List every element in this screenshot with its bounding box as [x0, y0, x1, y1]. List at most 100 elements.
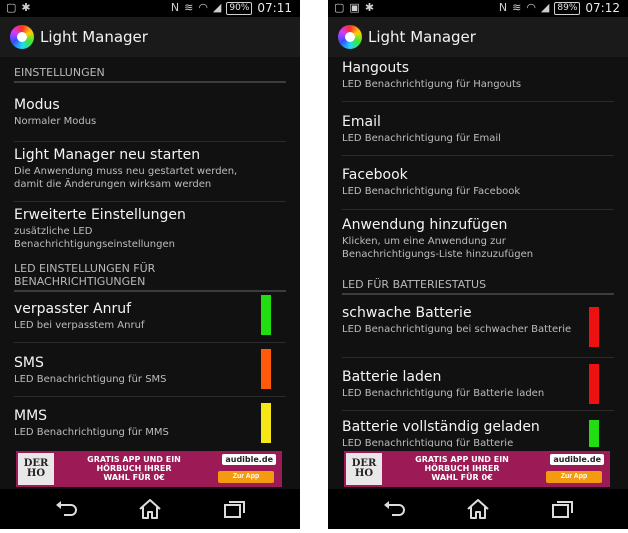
pref-missed-call[interactable]: verpasster Anruf LED bei verpasstem Anru… — [14, 301, 286, 332]
pref-title: verpasster Anruf — [14, 301, 132, 317]
divider — [342, 357, 614, 358]
pref-title: Modus — [14, 97, 60, 113]
home-icon[interactable] — [136, 497, 164, 521]
ad-text: GRATIS APP UND EIN HÖRBUCH IHRER WAHL FÜ… — [87, 455, 181, 482]
pref-email[interactable]: Email LED Benachrichtigung für Email — [342, 114, 614, 145]
sim-icon: ▢ — [334, 1, 345, 14]
back-icon[interactable] — [52, 497, 80, 521]
pref-subtitle: Normaler Modus — [14, 116, 97, 127]
wifi-icon: ◠ — [526, 1, 536, 14]
pref-subtitle: LED bei verpasstem Anruf — [14, 320, 145, 331]
led-color-swatch[interactable] — [261, 349, 271, 389]
section-header-led: LED EINSTELLUNGEN FÜR BENACHRICHTIGUNGEN — [14, 262, 286, 292]
pref-title: Light Manager neu starten — [14, 147, 201, 163]
ad-banner-area: DER HO GRATIS APP UND EIN HÖRBUCH IHRER … — [0, 447, 300, 489]
pref-add-app[interactable]: Anwendung hinzufügen Klicken, um eine An… — [342, 217, 614, 261]
pref-mode[interactable]: Modus Normaler Modus — [14, 97, 286, 128]
led-color-swatch[interactable] — [589, 364, 599, 404]
pref-title: SMS — [14, 355, 44, 371]
ad-book-cover: DER HO — [346, 453, 382, 485]
pref-advanced[interactable]: Erweiterte Einstellungen zusätzliche LED… — [14, 207, 286, 251]
ad-banner-area: DER HO GRATIS APP UND EIN HÖRBUCH IHRER … — [328, 447, 628, 489]
recent-apps-icon[interactable] — [548, 497, 576, 521]
ad-cta-button[interactable]: Zur App — [218, 471, 274, 483]
app-logo-icon[interactable] — [338, 25, 362, 49]
pref-title: MMS — [14, 408, 48, 424]
signal-icon: ◢ — [540, 1, 550, 14]
settings-list: EINSTELLUNGEN Modus Normaler Modus Light… — [0, 57, 300, 447]
wifi-icon: ◠ — [198, 1, 208, 14]
navigation-bar — [0, 489, 300, 529]
pref-subtitle: Klicken, um eine Anwendung zur Benachric… — [342, 236, 534, 260]
sim-icon: ▢ — [6, 1, 17, 14]
pref-subtitle: LED Benachrichtigung für Hangouts — [342, 79, 522, 90]
home-icon[interactable] — [464, 497, 492, 521]
pref-subtitle: LED Benachrichtigung bei schwacher Batte… — [342, 324, 572, 335]
divider — [14, 201, 286, 202]
usb-icon: ✱ — [21, 1, 31, 14]
divider — [14, 396, 286, 397]
pref-title: Anwendung hinzufügen — [342, 217, 508, 233]
back-icon[interactable] — [380, 497, 408, 521]
divider — [342, 101, 614, 102]
pref-sms[interactable]: SMS LED Benachrichtigung für SMS — [14, 355, 286, 386]
navigation-bar — [328, 489, 628, 529]
pref-subtitle: zusätzliche LED Benachrichtigungseinstel… — [14, 226, 175, 250]
settings-list: Hangouts LED Benachrichtigung für Hangou… — [328, 57, 628, 460]
image-icon: ▣ — [349, 1, 360, 14]
vibrate-icon: ≋ — [512, 1, 522, 14]
usb-icon: ✱ — [364, 1, 375, 14]
led-color-swatch[interactable] — [261, 403, 271, 443]
pref-title: Email — [342, 114, 381, 130]
app-logo-icon[interactable] — [10, 25, 34, 49]
section-header-battery: LED FÜR BATTERIESTATUS — [342, 278, 614, 295]
pref-subtitle: LED Benachrichtigung für SMS — [14, 374, 167, 385]
pref-low-battery[interactable]: schwache Batterie LED Benachrichtigung b… — [342, 305, 614, 336]
pref-subtitle: LED Benachrichtigung für Batterie laden — [342, 388, 545, 399]
ad-banner[interactable]: DER HO GRATIS APP UND EIN HÖRBUCH IHRER … — [344, 451, 610, 487]
signal-icon: ◢ — [212, 1, 222, 14]
pref-subtitle: LED Benachrichtigung für MMS — [14, 427, 169, 438]
status-bar: ▢ ✱ N ≋ ◠ ◢ 90% 07:11 — [0, 0, 300, 17]
divider — [14, 141, 286, 142]
led-color-swatch[interactable] — [261, 295, 271, 335]
app-title: Light Manager — [368, 28, 476, 46]
vibrate-icon: ≋ — [184, 1, 194, 14]
pref-hangouts[interactable]: Hangouts LED Benachrichtigung für Hangou… — [342, 60, 614, 91]
pref-title: schwache Batterie — [342, 305, 472, 321]
divider — [342, 155, 614, 156]
ad-text: GRATIS APP UND EIN HÖRBUCH IHRER WAHL FÜ… — [415, 455, 509, 482]
ad-banner[interactable]: DER HO GRATIS APP UND EIN HÖRBUCH IHRER … — [16, 451, 282, 487]
ad-brand: audible.de — [222, 454, 276, 465]
led-color-swatch[interactable] — [589, 307, 599, 347]
pref-subtitle: LED Benachrichtigung für Email — [342, 133, 501, 144]
pref-facebook[interactable]: Facebook LED Benachrichtigung für Facebo… — [342, 167, 614, 198]
app-title: Light Manager — [40, 28, 148, 46]
clock: 07:11 — [257, 1, 292, 15]
clock: 07:12 — [585, 1, 620, 15]
battery-icon: 90% — [226, 1, 253, 15]
pref-title: Erweiterte Einstellungen — [14, 207, 186, 223]
pref-title: Hangouts — [342, 60, 410, 76]
status-bar: ▢ ▣ ✱ N ≋ ◠ ◢ 89% 07:12 — [328, 0, 628, 17]
pref-title: Batterie laden — [342, 369, 442, 385]
ad-book-cover: DER HO — [18, 453, 54, 485]
pref-battery-full[interactable]: Batterie vollständig geladen LED Benachr… — [342, 419, 614, 450]
divider — [342, 410, 614, 411]
ad-brand: audible.de — [550, 454, 604, 465]
action-bar: Light Manager — [328, 17, 628, 57]
divider — [342, 209, 614, 210]
action-bar: Light Manager — [0, 17, 300, 57]
ad-cta-button[interactable]: Zur App — [546, 471, 602, 483]
pref-title: Batterie vollständig geladen — [342, 419, 540, 435]
divider — [14, 342, 286, 343]
pref-subtitle: LED Benachrichtigung für Facebook — [342, 186, 521, 197]
pref-battery-charging[interactable]: Batterie laden LED Benachrichtigung für … — [342, 369, 614, 400]
recent-apps-icon[interactable] — [220, 497, 248, 521]
pref-mms[interactable]: MMS LED Benachrichtigung für MMS — [14, 408, 286, 439]
pref-restart[interactable]: Light Manager neu starten Die Anwendung … — [14, 147, 286, 191]
pref-title: Facebook — [342, 167, 408, 183]
pref-subtitle: Die Anwendung muss neu gestartet werden,… — [14, 166, 238, 190]
battery-icon: 89% — [554, 1, 581, 15]
nfc-icon: N — [498, 1, 508, 14]
